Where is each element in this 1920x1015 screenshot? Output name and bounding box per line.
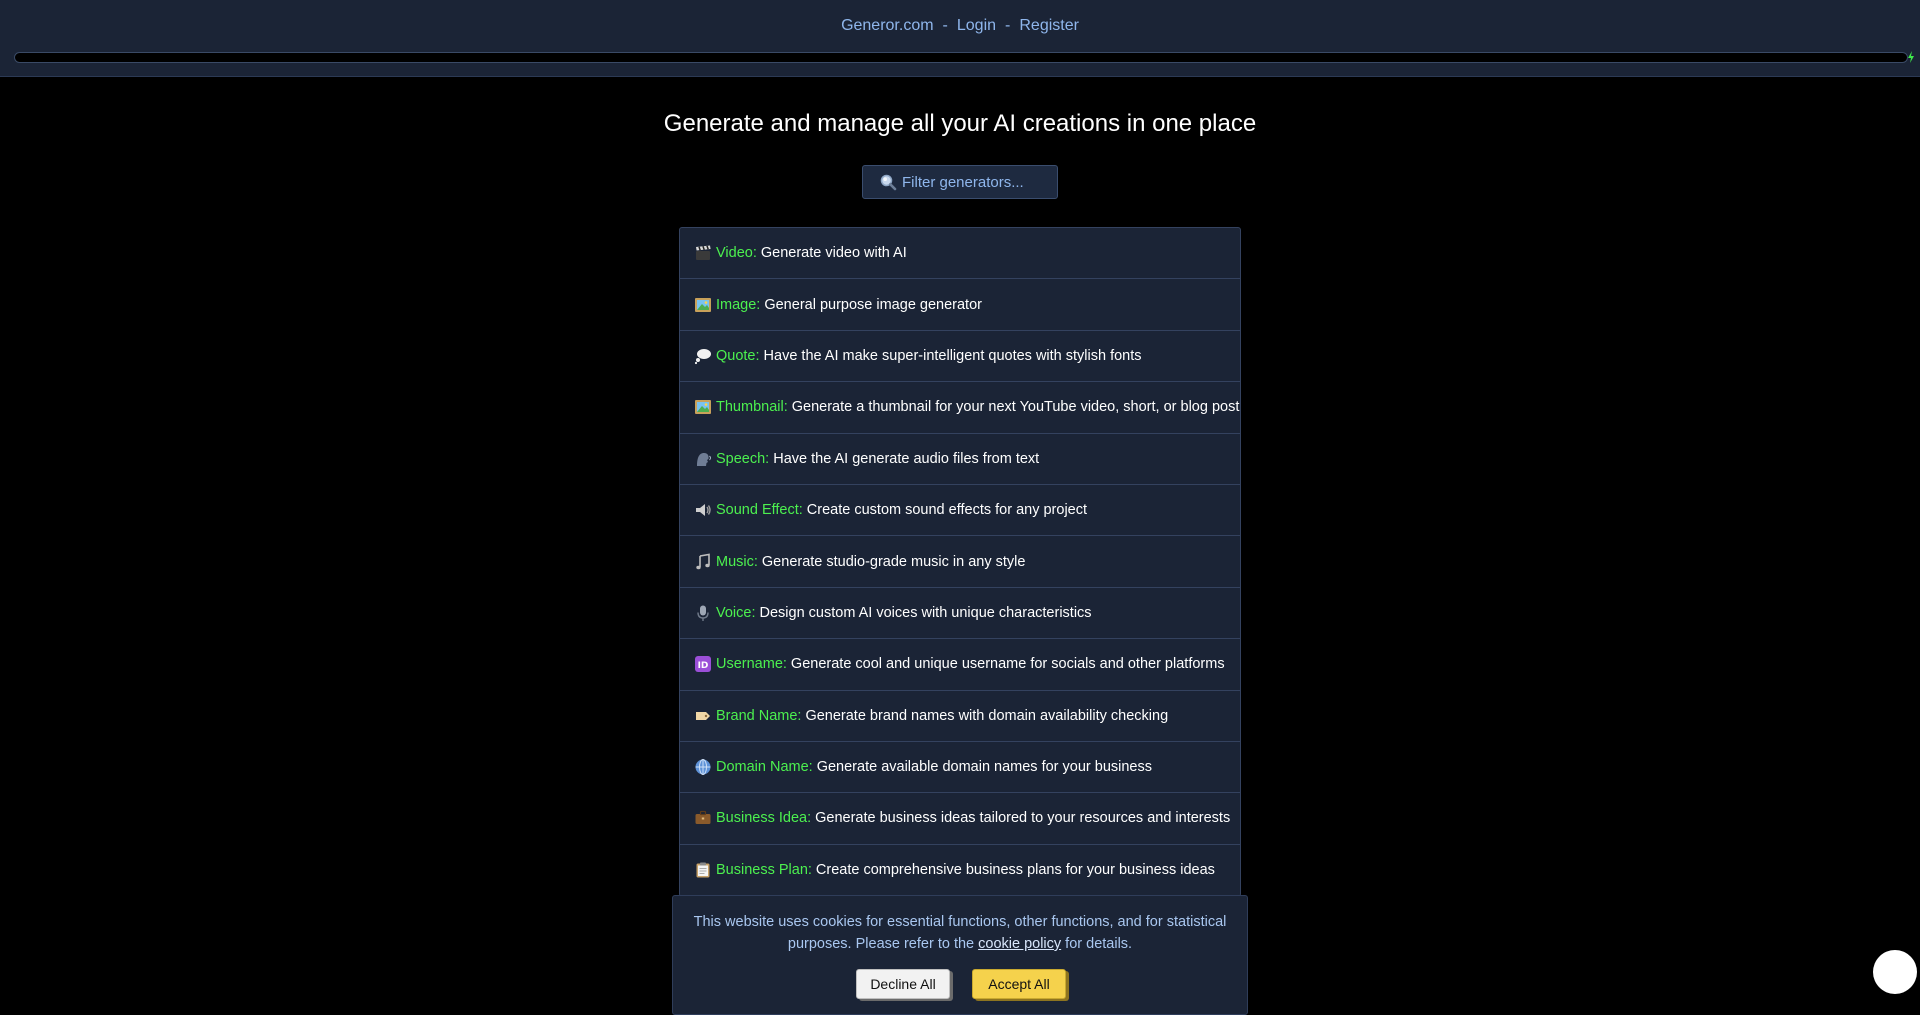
generator-name: Brand Name: [716, 707, 802, 724]
generator-description: Design custom AI voices with unique char… [759, 604, 1092, 621]
decline-all-button[interactable]: Decline All [856, 969, 950, 999]
label-tag-icon [696, 711, 710, 720]
generator-name: Voice: [716, 604, 756, 621]
globe-icon [695, 759, 711, 776]
progress-bar [14, 52, 1908, 63]
generator-list: Video: Generate video with AI Image: Genera… [679, 227, 1241, 898]
generator-item[interactable]: Business Plan: Create comprehensive busin… [680, 845, 1240, 896]
generator-description: Generate video with AI [760, 245, 907, 262]
generator-description: Create custom sound effects for any proj… [806, 502, 1088, 519]
generator-description: Have the AI generate audio files from te… [773, 450, 1040, 467]
framed-picture-icon [695, 400, 711, 415]
generator-name: Domain Name: [716, 759, 813, 776]
chat-widget-button[interactable] [1873, 950, 1917, 994]
clapper-icon [696, 245, 711, 261]
magnifier-icon [880, 174, 897, 191]
nav-separator: - [1005, 17, 1011, 34]
framed-picture-icon [695, 297, 711, 312]
nav-separator: - [942, 17, 948, 34]
site-link[interactable]: Generor.com [841, 17, 933, 34]
clipboard-icon [696, 862, 710, 878]
generator-item[interactable]: Speech: Have the AI generate audio files … [680, 434, 1240, 485]
generator-name: Image: [716, 296, 761, 313]
generator-item[interactable]: Image: General purpose image generator [680, 279, 1240, 331]
search-placeholder: Filter generators... [902, 173, 1024, 191]
cookie-text: This website uses cookies for essential … [693, 914, 1227, 952]
generator-description: Generate available domain names for your… [816, 759, 1153, 776]
top-bar: Generor.com - Login - Register [0, 0, 1920, 77]
lightning-bolt-icon [1908, 51, 1914, 63]
generator-description: Generate cool and unique username for so… [790, 656, 1225, 673]
cookie-text-end: for details. [1061, 936, 1133, 952]
thought-bubble-icon [694, 348, 711, 365]
generator-description: Generate studio-grade music in any style [761, 553, 1026, 570]
cookie-message: This website uses cookies for essential … [693, 911, 1227, 955]
generator-item[interactable]: Voice: Design custom AI voices with uniqu… [680, 588, 1240, 640]
generator-name: Video: [716, 245, 757, 262]
page-title: Generate and manage all your AI creation… [663, 110, 1257, 137]
generator-description: Generate business ideas tailored to your… [815, 810, 1231, 827]
generator-description: Create comprehensive business plans for … [815, 862, 1215, 879]
generator-item[interactable]: Sound Effect: Create custom sound effects… [680, 485, 1240, 537]
generator-name: Sound Effect: [716, 502, 803, 519]
generator-name: Quote: [716, 347, 760, 364]
generator-description: Have the AI make super-intelligent quote… [763, 347, 1142, 364]
speaker-icon [696, 504, 711, 517]
generator-item[interactable]: Thumbnail: Generate a thumbnail for your … [680, 382, 1240, 434]
generator-name: Business Plan: [716, 862, 812, 879]
generator-name: Thumbnail: [716, 399, 788, 416]
microphone-icon [697, 605, 709, 621]
music-notes-icon [696, 553, 710, 569]
generator-name: Business Idea: [716, 810, 812, 827]
filter-generators-input[interactable]: Filter generators... [862, 165, 1058, 199]
register-link[interactable]: Register [1019, 17, 1079, 34]
speaking-head-icon [697, 452, 711, 466]
generator-description: Generate brand names with domain availab… [805, 707, 1169, 724]
generator-item[interactable]: Domain Name: Generate available domain na… [680, 742, 1240, 794]
accept-all-button[interactable]: Accept All [972, 969, 1066, 999]
generator-item[interactable]: Brand Name: Generate brand names with dom… [680, 691, 1240, 742]
generator-name: Speech: [716, 450, 770, 467]
generator-name: Music: [716, 553, 758, 570]
id-badge-icon: ID [695, 656, 711, 673]
generator-description: Generate a thumbnail for your next YouTu… [791, 399, 1240, 416]
generator-item[interactable]: ID Username: Generate cool and unique user… [680, 639, 1240, 691]
generator-item[interactable]: Quote: Have the AI make super-intelligent… [680, 331, 1240, 383]
top-nav: Generor.com - Login - Register [0, 17, 1920, 35]
generator-item[interactable]: Business Idea: Generate business ideas ta… [680, 793, 1240, 845]
svg-text:ID: ID [698, 661, 709, 671]
generator-name: Username: [716, 656, 787, 673]
generator-item[interactable]: Video: Generate video with AI [680, 228, 1240, 280]
generator-item[interactable]: Music: Generate studio-grade music in any… [680, 536, 1240, 588]
cookie-policy-link[interactable]: cookie policy [978, 936, 1061, 952]
login-link[interactable]: Login [957, 17, 996, 34]
cookie-banner: This website uses cookies for essential … [672, 895, 1248, 1015]
briefcase-icon [695, 811, 711, 825]
generator-description: General purpose image generator [764, 296, 982, 313]
